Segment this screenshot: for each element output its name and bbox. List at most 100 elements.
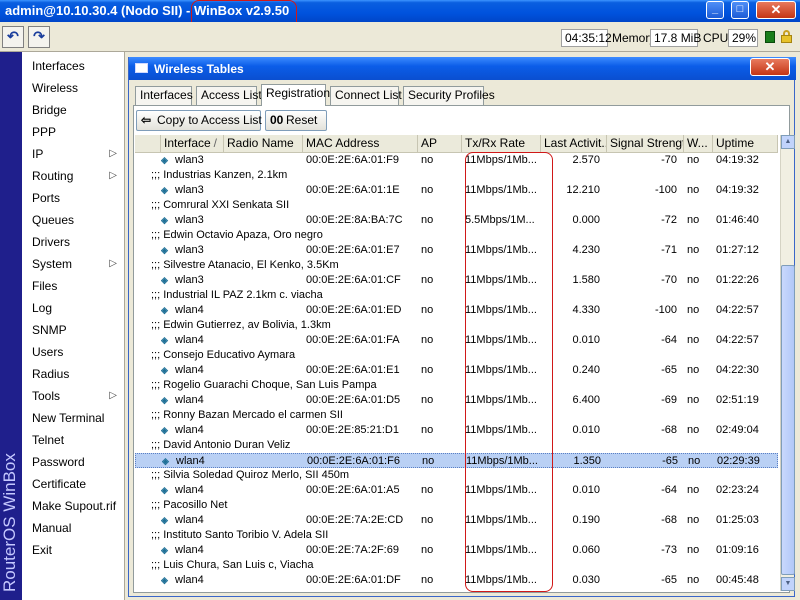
cell-radio: [227, 273, 302, 288]
menu-item-tools[interactable]: Tools ▷: [22, 386, 125, 406]
column-header-interface[interactable]: Interface /: [161, 135, 224, 153]
menu-item-users[interactable]: Users: [22, 342, 125, 362]
menu-item-queues[interactable]: Queues: [22, 210, 125, 230]
tab-connect-list[interactable]: Connect List: [330, 86, 402, 105]
menu-item-certificate[interactable]: Certificate: [22, 474, 125, 494]
column-header-label: Last Activit...: [544, 136, 607, 150]
cell-w: no: [687, 483, 712, 498]
table-row[interactable]: ◈ wlan4 00:0E:2E:6A:01:ED no 11Mbps/1Mb... 4.…: [135, 303, 778, 318]
cell-uptime: 02:51:19: [716, 393, 777, 408]
cell-w: no: [687, 183, 712, 198]
menu-item-label: Tools: [32, 389, 61, 403]
table-row[interactable]: ◈ wlan3 00:0E:2E:6A:01:E7 no 11Mbps/1Mb... 4.…: [135, 243, 778, 258]
cell-signal: -70: [610, 153, 677, 168]
clock-display: 04:35:12: [561, 29, 612, 47]
menu-item-label: Exit: [32, 543, 53, 557]
table-row[interactable]: ◈ wlan4 00:0E:2E:7A:2F:69 no 11Mbps/1Mb... 0.…: [135, 543, 778, 558]
comment-row: ;;; Edwin Gutierrez, av Bolivia, 1.3km: [135, 318, 778, 333]
menu-item-system[interactable]: System ▷: [22, 254, 125, 274]
column-header-signal-strengt[interactable]: Signal Strengt...: [607, 135, 684, 153]
menu-item-wireless[interactable]: Wireless: [22, 78, 125, 98]
menu-item-log[interactable]: Log: [22, 298, 125, 318]
cell-mac-value: 00:0E:2E:6A:01:FA: [306, 334, 400, 346]
table-row[interactable]: ◈ wlan4 00:0E:2E:6A:01:DF no 11Mbps/1Mb... 0.…: [135, 573, 778, 588]
table-row[interactable]: ◈ wlan3 00:0E:2E:6A:01:F9 no 11Mbps/1Mb... 2.…: [135, 153, 778, 168]
cell-ap: no: [421, 243, 461, 258]
column-header-last-activit[interactable]: Last Activit...: [541, 135, 607, 153]
table-row[interactable]: ◈ wlan3 00:0E:2E:6A:01:1E no 11Mbps/1Mb... 12…: [135, 183, 778, 198]
scroll-thumb[interactable]: [781, 265, 795, 575]
vertical-scrollbar[interactable]: ▲ ▼: [780, 135, 795, 591]
undo-button[interactable]: ↶: [2, 26, 24, 48]
child-close-button[interactable]: ✕: [750, 58, 790, 76]
reset-button[interactable]: 00 Reset: [265, 110, 327, 131]
column-header-tx-rx-rate[interactable]: Tx/Rx Rate: [462, 135, 541, 153]
menu-item-password[interactable]: Password: [22, 452, 125, 472]
cell-signal: -68: [610, 513, 677, 528]
menu-item-interfaces[interactable]: Interfaces: [22, 56, 125, 76]
cell-mac: 00:0E:2E:7A:2F:69: [306, 543, 417, 558]
scroll-up-icon[interactable]: ▲: [781, 135, 795, 149]
table-row[interactable]: ◈ wlan4 00:0E:2E:7A:2E:CD no 11Mbps/1Mb... 0.…: [135, 513, 778, 528]
table-row[interactable]: ◈ wlan3 00:0E:2E:8A:BA:7C no 5.5Mbps/1M... 0.…: [135, 213, 778, 228]
cell-ap-value: no: [421, 304, 434, 316]
menu-item-ports[interactable]: Ports: [22, 188, 125, 208]
cell-mac: 00:0E:2E:6A:01:E1: [306, 363, 417, 378]
menu-item-files[interactable]: Files: [22, 276, 125, 296]
cell-last: 4.330: [544, 303, 600, 318]
cell-iface-value: wlan4: [176, 455, 205, 467]
table-row[interactable]: ◈ wlan4 00:0E:2E:6A:01:E1 no 11Mbps/1Mb... 0.…: [135, 363, 778, 378]
menu-item-manual[interactable]: Manual: [22, 518, 125, 538]
menu-item-exit[interactable]: Exit: [22, 540, 125, 560]
tab-registration[interactable]: Registration: [261, 84, 330, 106]
cell-mac-value: 00:0E:2E:6A:01:F9: [306, 154, 399, 166]
menu-item-new-terminal[interactable]: New Terminal: [22, 408, 125, 428]
maximize-button[interactable]: □: [731, 1, 749, 19]
child-window-title: Wireless Tables: [154, 62, 244, 76]
row-comment: ;;; Rogelio Guarachi Choque, San Luis Pa…: [151, 379, 377, 391]
cell-iface-value: wlan3: [175, 154, 204, 166]
reset-label: Reset: [286, 113, 318, 127]
table-row[interactable]: ◈ wlan4 00:0E:2E:85:21:D1 no 11Mbps/1Mb... 0.…: [135, 423, 778, 438]
menu-item-ppp[interactable]: PPP: [22, 122, 125, 142]
menu-item-ip[interactable]: IP ▷: [22, 144, 125, 164]
menu-item-make-supout-rif[interactable]: Make Supout.rif: [22, 496, 125, 516]
scroll-down-icon[interactable]: ▼: [781, 577, 795, 591]
table-row[interactable]: ◈ wlan4 00:0E:2E:6A:01:F6 no 11Mbps/1Mb... 1.…: [135, 453, 778, 468]
menu-item-snmp[interactable]: SNMP: [22, 320, 125, 340]
cell-radio: [227, 153, 302, 168]
column-header-mac-address[interactable]: MAC Address: [303, 135, 418, 153]
copy-to-access-list-button[interactable]: ⇦ Copy to Access List: [136, 110, 262, 131]
column-header-w[interactable]: W...: [684, 135, 713, 153]
table-row[interactable]: ◈ wlan4 00:0E:2E:6A:01:A5 no 11Mbps/1Mb... 0.…: [135, 483, 778, 498]
tab-security-profiles[interactable]: Security Profiles: [403, 86, 495, 105]
cell-last-value: 6.400: [572, 394, 600, 406]
column-header-ap[interactable]: AP: [418, 135, 462, 153]
cell-ap: no: [421, 483, 461, 498]
tab-access-list[interactable]: Access List: [196, 86, 262, 105]
column-header-uptime[interactable]: Uptime: [713, 135, 778, 153]
table-row[interactable]: ◈ wlan4 00:0E:2E:6A:01:D5 no 11Mbps/1Mb... 6.…: [135, 393, 778, 408]
menu-item-radius[interactable]: Radius: [22, 364, 125, 384]
cell-mac-value: 00:0E:2E:6A:01:ED: [306, 304, 402, 316]
column-header-radio-name[interactable]: Radio Name: [224, 135, 303, 153]
cell-last-value: 0.190: [572, 514, 600, 526]
menu-item-bridge[interactable]: Bridge: [22, 100, 125, 120]
menu-item-routing[interactable]: Routing ▷: [22, 166, 125, 186]
tab-interfaces[interactable]: Interfaces: [135, 86, 193, 105]
close-button[interactable]: ✕: [756, 1, 796, 19]
table-row[interactable]: ◈ wlan4 00:0E:2E:6A:01:FA no 11Mbps/1Mb... 0.…: [135, 333, 778, 348]
cell-mac: 00:0E:2E:8A:BA:7C: [306, 213, 417, 228]
menu-item-telnet[interactable]: Telnet: [22, 430, 125, 450]
cell-mac: 00:0E:2E:6A:01:F6: [307, 454, 418, 469]
cell-iface: ◈ wlan4: [161, 513, 220, 528]
comment-row: ;;; Pacosillo Net: [135, 498, 778, 513]
window-icon: [135, 63, 148, 73]
minimize-button[interactable]: _: [706, 1, 724, 19]
table-row[interactable]: ◈ wlan3 00:0E:2E:6A:01:CF no 11Mbps/1Mb... 1.…: [135, 273, 778, 288]
redo-button[interactable]: ↷: [28, 26, 50, 48]
cell-uptime-value: 01:09:16: [716, 544, 759, 556]
row-comment: ;;; Comrural XXI Senkata SII: [151, 199, 290, 211]
cell-mac: 00:0E:2E:6A:01:F9: [306, 153, 417, 168]
menu-item-drivers[interactable]: Drivers: [22, 232, 125, 252]
